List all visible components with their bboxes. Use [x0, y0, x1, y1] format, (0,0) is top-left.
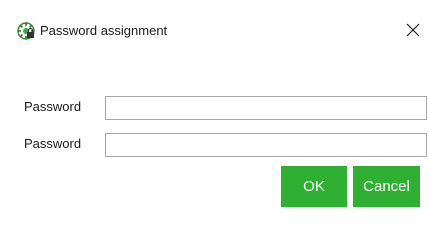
ok-button[interactable]: OK — [281, 166, 347, 207]
password-confirm-label: Password — [24, 136, 82, 151]
password-confirm-input[interactable] — [105, 133, 427, 157]
title-bar: Password assignment — [0, 0, 429, 56]
close-button[interactable] — [397, 14, 429, 46]
close-icon — [406, 23, 420, 37]
password-assignment-dialog: Password assignment Password Password OK… — [0, 0, 429, 246]
window-title: Password assignment — [40, 23, 168, 38]
app-icon — [17, 22, 35, 40]
cancel-button[interactable]: Cancel — [353, 166, 420, 207]
password-input[interactable] — [105, 96, 427, 120]
password-label: Password — [24, 99, 82, 114]
